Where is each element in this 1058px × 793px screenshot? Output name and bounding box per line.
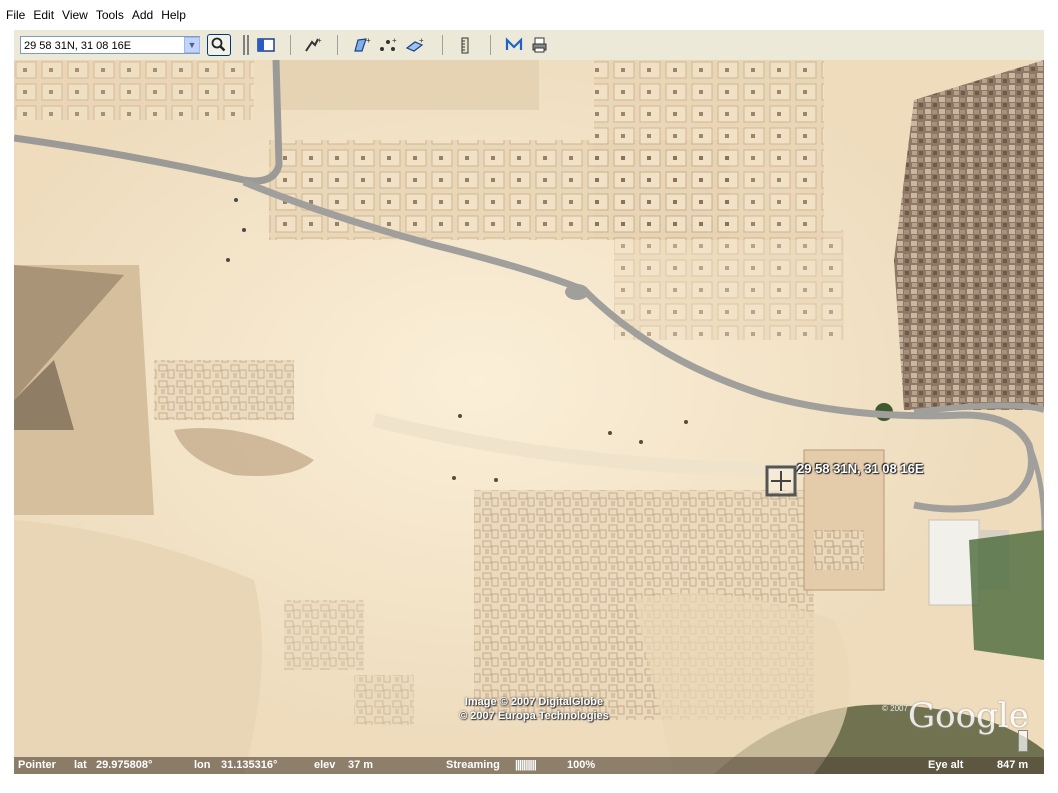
streaming-percent: 100% <box>567 759 596 771</box>
streaming-progress: |||||||||| <box>515 759 537 771</box>
toolbar-separator <box>490 35 491 55</box>
svg-text:+: + <box>366 36 371 45</box>
search-icon <box>211 37 226 52</box>
email-icon[interactable] <box>504 36 524 54</box>
svg-text:+: + <box>392 36 397 45</box>
toolbar-separator <box>442 35 443 55</box>
sidebar-toggle-icon[interactable] <box>256 36 276 54</box>
menu-tools[interactable]: Tools <box>92 0 128 30</box>
imagery-copyright-1: Image © 2007 DigitalGlobe <box>464 696 604 708</box>
search-dropdown-button[interactable]: ▼ <box>184 37 200 53</box>
toolbar: 29 58 31N, 31 08 16E ▼ + + + + <box>14 30 1044 61</box>
toolbar-separator <box>247 35 249 55</box>
placemark-icon[interactable]: + <box>303 36 323 54</box>
eye-alt-label: Eye alt <box>928 759 964 771</box>
lat-label: lat <box>74 759 87 771</box>
lon-value: 31.135316° <box>221 759 278 771</box>
menu-add[interactable]: Add <box>128 0 157 30</box>
placemark-label[interactable]: 29 58 31N, 31 08 16E <box>797 461 924 476</box>
imagery-copyright-2: © 2007 Europa Technologies <box>459 710 609 722</box>
zoom-slider-handle[interactable] <box>1018 730 1028 752</box>
google-logo: Google © 2007 <box>882 696 1029 736</box>
map-view[interactable]: 29 58 31N, 31 08 16E Image © 2007 Digita… <box>14 60 1044 774</box>
ruler-icon[interactable] <box>455 36 475 54</box>
status-bar: Pointer lat 29.975808° lon 31.135316° el… <box>14 757 1044 774</box>
streaming-label: Streaming <box>446 759 500 771</box>
search-button[interactable] <box>207 34 231 56</box>
satellite-imagery <box>14 60 1044 774</box>
menu-view[interactable]: View <box>58 0 92 30</box>
eye-alt-value: 847 m <box>997 759 1029 771</box>
svg-text:+: + <box>317 36 322 45</box>
svg-text:+: + <box>419 36 424 45</box>
lat-value: 29.975808° <box>96 759 153 771</box>
pointer-label: Pointer <box>18 759 56 771</box>
path-icon[interactable]: + <box>378 36 398 54</box>
google-logo-text: Google <box>908 696 1029 736</box>
elev-value: 37 m <box>348 759 374 771</box>
placemark-crosshair-icon[interactable] <box>765 465 797 497</box>
toolbar-separator <box>243 35 245 55</box>
menu-edit[interactable]: Edit <box>29 0 58 30</box>
search-input[interactable]: 29 58 31N, 31 08 16E <box>20 36 200 54</box>
elev-label: elev <box>314 759 336 771</box>
menu-bar: File Edit View Tools Add Help <box>0 0 1058 30</box>
toolbar-separator <box>290 35 291 55</box>
menu-help[interactable]: Help <box>157 0 190 30</box>
image-overlay-icon[interactable]: + <box>405 36 425 54</box>
menu-file[interactable]: File <box>2 0 29 30</box>
google-logo-copyright: © 2007 <box>882 704 908 713</box>
lon-label: lon <box>194 759 211 771</box>
print-icon[interactable] <box>530 36 550 54</box>
toolbar-separator <box>337 35 338 55</box>
polygon-icon[interactable]: + <box>352 36 372 54</box>
